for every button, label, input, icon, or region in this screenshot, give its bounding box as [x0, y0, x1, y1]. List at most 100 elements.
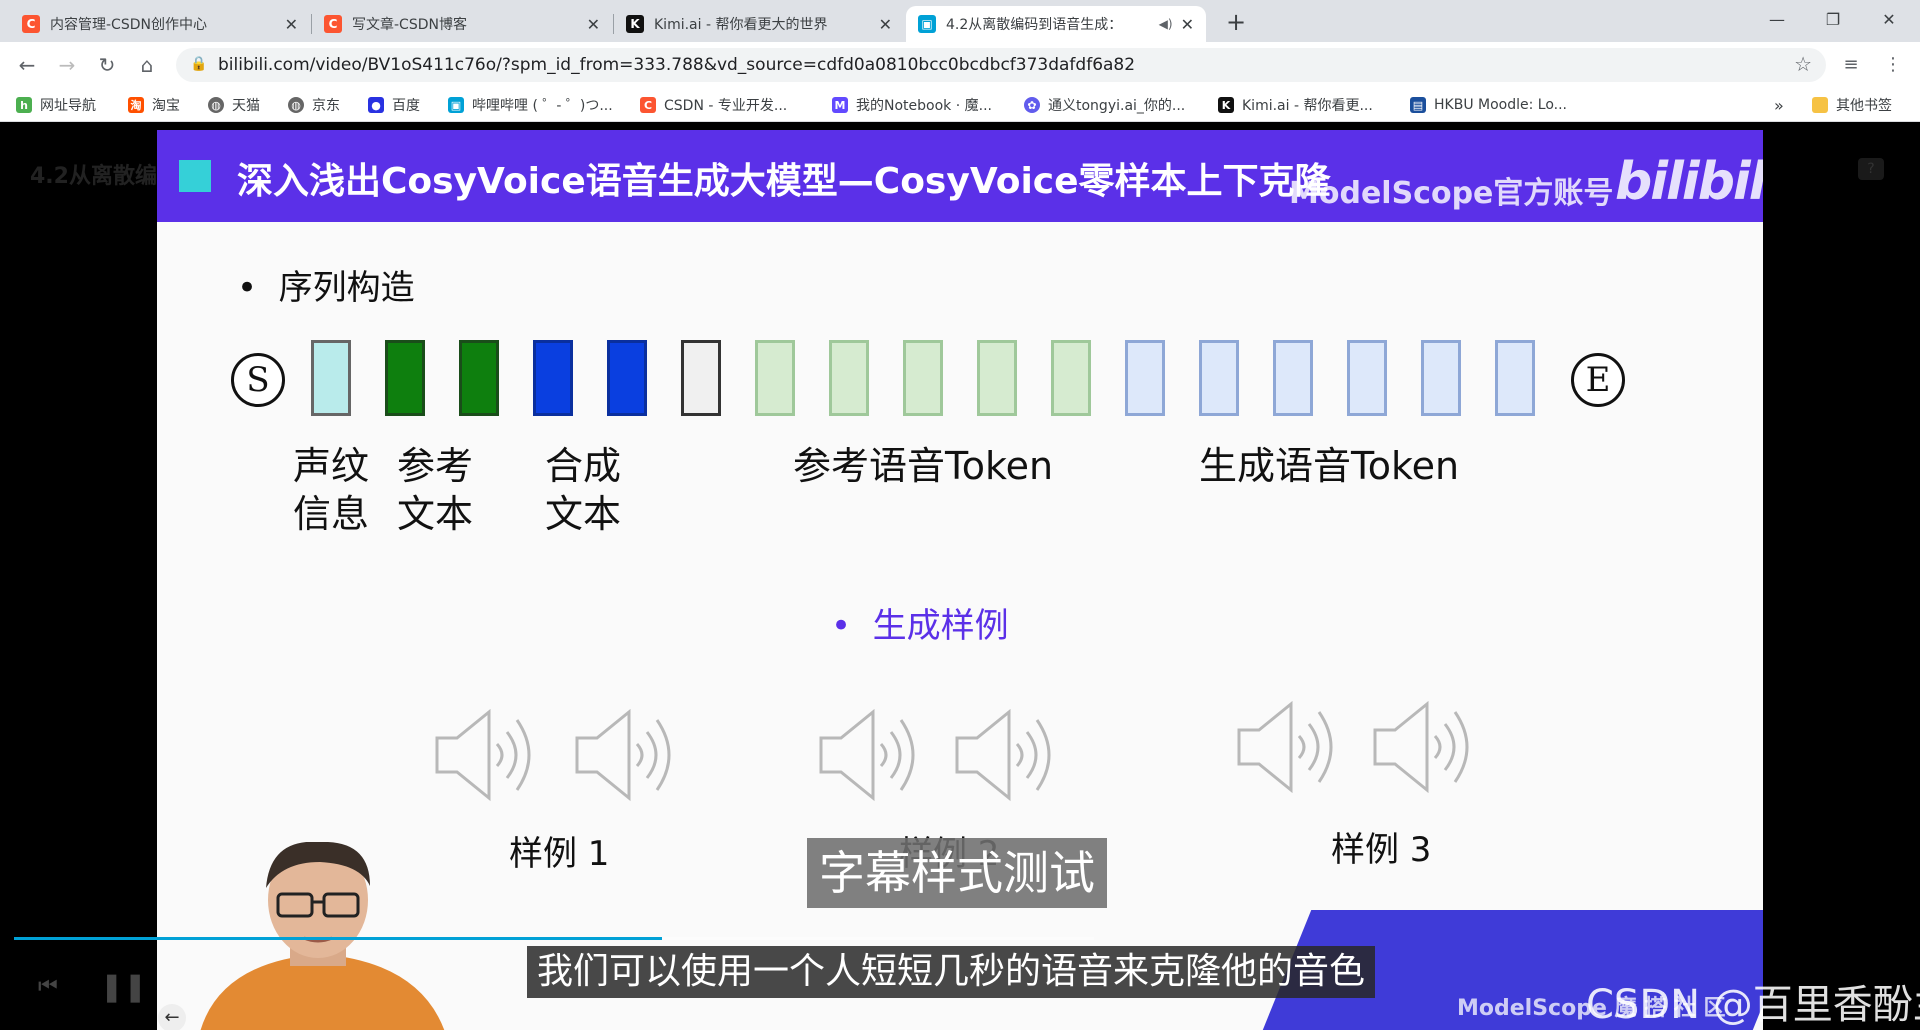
reload-icon[interactable]: ↻	[92, 50, 122, 80]
token-generated-speech	[1199, 340, 1239, 416]
video-title: 4.2从离散编	[30, 164, 157, 189]
sample-label: 样例 3	[1331, 830, 1432, 870]
bookmark-item[interactable]: C CSDN - 专业开发...	[640, 95, 787, 115]
address-bar[interactable]: 🔒 bilibili.com/video/BV1oS411c76o/?spm_i…	[176, 48, 1826, 82]
subtitle-caption: 我们可以使用一个人短短几秒的语音来克隆他的音色	[527, 946, 1376, 998]
bookmark-item[interactable]: ◍ 京东	[288, 95, 340, 115]
speaker-icon[interactable]: ◀)	[1159, 17, 1173, 31]
token-reference-text	[459, 340, 499, 416]
label-reference-speech-token: 参考语音Token	[793, 444, 1054, 488]
tab-bilibili-video[interactable]: ▣ 4.2从离散编码到语音生成： ◀) ✕	[906, 6, 1206, 42]
close-icon[interactable]: ✕	[879, 15, 892, 34]
tab-kimi[interactable]: K Kimi.ai - 帮你看更大的世界 ✕	[614, 6, 904, 42]
bookmark-item[interactable]: ◍ 天猫	[208, 95, 260, 115]
speaker-icon[interactable]	[951, 700, 1061, 810]
bookmark-label: Kimi.ai - 帮你看更...	[1242, 98, 1373, 114]
bookmark-item[interactable]: h 网址导航	[16, 95, 96, 115]
bookmark-label: 百度	[392, 98, 420, 114]
bookmark-item[interactable]: ▤ HKBU Moodle: Lo...	[1410, 95, 1567, 115]
bookmark-star-icon[interactable]: ☆	[1794, 52, 1812, 76]
tab-strip: C 内容管理-CSDN创作中心 ✕ C 写文章-CSDN博客 ✕ K Kimi.…	[0, 0, 1920, 42]
csdn-icon: C	[324, 15, 342, 33]
video-player[interactable]: 4.2从离散编 ? 深入浅出CosyVoice语音生成大模型—CosyVoice…	[0, 122, 1920, 1030]
progress-fill[interactable]	[14, 937, 662, 940]
media-control-icon[interactable]: ≡	[1838, 52, 1864, 78]
new-tab-button[interactable]: +	[1222, 8, 1250, 36]
minimize-icon[interactable]: —	[1754, 4, 1800, 36]
bookmarks-bar: h 网址导航 淘 淘宝 ◍ 天猫 ◍ 京东 ● 百度 ▣ 哔哩哔哩 ( ゜- ゜…	[0, 88, 1920, 122]
presenter-avatar	[200, 842, 445, 1030]
slide-title: 深入浅出CosyVoice语音生成大模型—CosyVoice零样本上下克隆	[237, 161, 1331, 202]
url-text[interactable]: bilibili.com/video/BV1oS411c76o/?spm_id_…	[218, 55, 1135, 75]
taobao-icon: 淘	[128, 97, 144, 113]
header-square-icon	[179, 160, 211, 192]
speaker-icon[interactable]	[1233, 692, 1343, 802]
modelscope-icon: M	[832, 97, 848, 113]
csdn-icon: C	[640, 97, 656, 113]
close-icon[interactable]: ✕	[285, 15, 298, 34]
bookmark-label: 我的Notebook · 魔...	[856, 98, 992, 114]
close-icon[interactable]: ✕	[1181, 15, 1194, 34]
bullet-generation-samples: • 生成样例	[831, 598, 1009, 647]
bilibili-tv-icon: ▣	[918, 15, 936, 33]
home-icon[interactable]: ⌂	[132, 50, 162, 80]
label-reference-text: 参考 文本	[397, 442, 473, 538]
close-icon[interactable]: ✕	[587, 15, 600, 34]
previous-icon[interactable]: ⏮	[38, 974, 58, 999]
bookmark-item[interactable]: ▣ 哔哩哔哩 ( ゜- ゜)つ...	[448, 95, 613, 115]
speaker-icon[interactable]	[1369, 692, 1479, 802]
label-line: 合成	[545, 444, 622, 488]
bookmark-item[interactable]: 淘 淘宝	[128, 95, 180, 115]
subtitle-style-test: 字幕样式测试	[807, 838, 1107, 908]
tab-title: 4.2从离散编码到语音生成：	[946, 17, 1123, 33]
bookmark-label: HKBU Moodle: Lo...	[1434, 97, 1567, 113]
end-symbol: E	[1571, 353, 1625, 407]
restore-icon[interactable]: ❐	[1810, 4, 1856, 36]
token-reference-speech	[755, 340, 795, 416]
globe-icon: ◍	[288, 97, 304, 113]
tab-title: Kimi.ai - 帮你看更大的世界	[654, 17, 828, 33]
bookmark-label: 京东	[312, 98, 340, 114]
speaker-icon[interactable]	[815, 700, 925, 810]
token-generated-speech	[1421, 340, 1461, 416]
lock-icon[interactable]: 🔒	[190, 56, 207, 72]
speaker-icon[interactable]	[571, 700, 681, 810]
help-icon[interactable]: ?	[1858, 158, 1884, 180]
csdn-watermark: CSDN @百里香酚兰	[1586, 982, 1920, 1028]
menu-dots-icon[interactable]: ⋮	[1880, 52, 1906, 78]
label-line: 文本	[545, 492, 622, 536]
tab-title: 写文章-CSDN博客	[352, 17, 467, 33]
pause-icon[interactable]: ❚❚	[100, 970, 147, 1003]
label-line: 声纹	[293, 444, 370, 488]
kimi-icon: K	[1218, 97, 1234, 113]
bookmark-label: CSDN - 专业开发...	[664, 98, 788, 114]
forward-arrow-icon[interactable]: →	[52, 50, 82, 80]
folder-icon	[1812, 97, 1828, 113]
bookmark-item[interactable]: ● 百度	[368, 95, 420, 115]
speaker-icon[interactable]	[431, 700, 541, 810]
bookmark-item[interactable]: ✿ 通义tongyi.ai_你的...	[1024, 95, 1185, 115]
token-synthesis-text	[533, 340, 573, 416]
bookmark-item[interactable]: K Kimi.ai - 帮你看更...	[1218, 95, 1373, 115]
token-generated-speech	[1347, 340, 1387, 416]
globe-icon: ◍	[208, 97, 224, 113]
bullet-sequence-construction: • 序列构造	[237, 260, 415, 309]
token-generated-speech	[1273, 340, 1313, 416]
token-reference-speech	[1051, 340, 1091, 416]
token-generated-speech	[1495, 340, 1535, 416]
window-close-icon[interactable]: ✕	[1866, 4, 1912, 36]
label-line: 参考	[397, 444, 474, 488]
back-arrow-icon[interactable]: ←	[12, 50, 42, 80]
other-bookmarks-folder[interactable]: 其他书签	[1812, 95, 1892, 115]
back-arrow-icon[interactable]: ←	[158, 1004, 186, 1030]
token-separator	[681, 340, 721, 416]
bookmarks-overflow-chevron[interactable]: »	[1774, 95, 1784, 115]
token-reference-speech	[903, 340, 943, 416]
csdn-icon: C	[22, 15, 40, 33]
bullet-dot: •	[831, 606, 873, 646]
bookmark-label: 通义tongyi.ai_你的...	[1048, 98, 1186, 114]
book-icon: ▤	[1410, 97, 1426, 113]
tab-csdn-write[interactable]: C 写文章-CSDN博客 ✕	[312, 6, 612, 42]
bookmark-item[interactable]: M 我的Notebook · 魔...	[832, 95, 992, 115]
tab-csdn-content[interactable]: C 内容管理-CSDN创作中心 ✕	[10, 6, 310, 42]
